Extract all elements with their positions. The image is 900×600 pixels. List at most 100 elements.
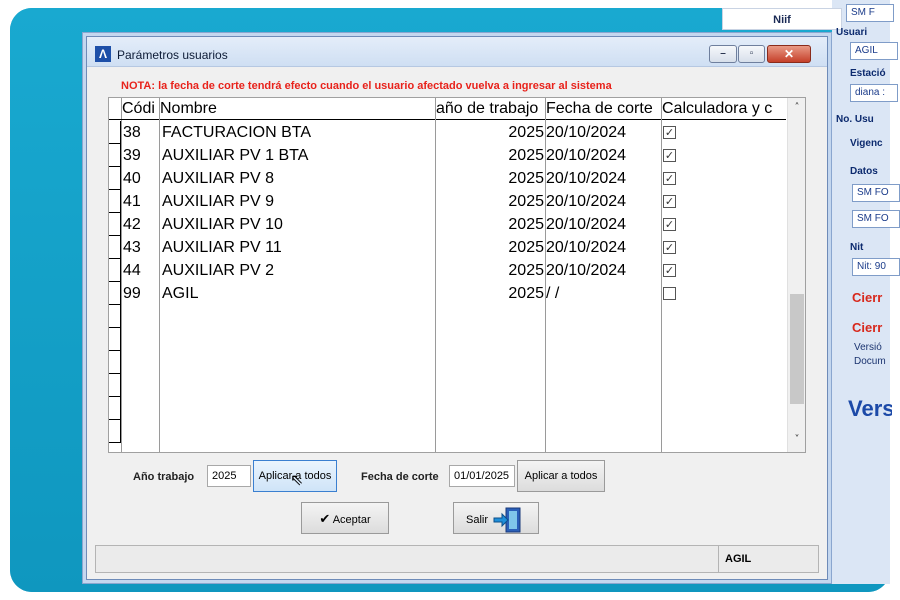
- grid-column-divider: [159, 98, 160, 452]
- cell-codigo[interactable]: 41: [123, 190, 159, 213]
- fecha-corte-input[interactable]: 01/01/2025: [449, 465, 515, 487]
- grid-vertical-scrollbar[interactable]: ˄ ˅: [787, 98, 805, 452]
- row-selector[interactable]: [109, 121, 121, 144]
- cell-nombre[interactable]: AUXILIAR PV 1 BTA: [162, 144, 434, 167]
- row-selector[interactable]: [109, 144, 121, 167]
- cell-anio-trabajo[interactable]: 2025: [436, 144, 544, 167]
- bg-cierre-1: Cierr: [852, 290, 883, 305]
- bg-version-big: Vers: [848, 396, 892, 421]
- cell-codigo[interactable]: 99: [123, 282, 159, 305]
- row-selector[interactable]: [109, 351, 121, 374]
- header-nombre[interactable]: Nombre: [160, 98, 435, 120]
- bg-estacion-label: Estació: [850, 68, 886, 79]
- cell-codigo[interactable]: 44: [123, 259, 159, 282]
- cell-anio-trabajo[interactable]: 2025: [436, 236, 544, 259]
- scroll-up-arrow[interactable]: ˄: [791, 102, 803, 114]
- bg-docum-label: Docum: [854, 356, 886, 367]
- bg-datos-value-2: SM FO: [852, 210, 900, 228]
- minimize-button[interactable]: –: [709, 45, 737, 63]
- bg-datos-value-1: SM FO: [852, 184, 900, 202]
- cell-codigo[interactable]: 38: [123, 121, 159, 144]
- close-button[interactable]: ✕: [767, 45, 811, 63]
- checkmark-icon: ✔: [319, 512, 331, 527]
- cell-nombre[interactable]: AUXILIAR PV 8: [162, 167, 434, 190]
- bg-vigencia-label: Vigenc: [850, 138, 883, 149]
- row-selector[interactable]: [109, 374, 121, 397]
- cell-nombre[interactable]: AGIL: [162, 282, 434, 305]
- header-anio-trabajo[interactable]: año de trabajo: [436, 98, 545, 120]
- header-codigo[interactable]: Códi: [122, 98, 159, 120]
- cell-fecha-corte[interactable]: 20/10/2024: [546, 213, 660, 236]
- cell-codigo[interactable]: 42: [123, 213, 159, 236]
- cell-fecha-corte[interactable]: 20/10/2024: [546, 236, 660, 259]
- dialog-titlebar[interactable]: Λ Parámetros usuarios – ▫ ✕: [87, 37, 827, 67]
- bg-estacion-value: diana :: [850, 84, 898, 102]
- users-grid[interactable]: Códi Nombre año de trabajo Fecha de cort…: [108, 97, 806, 453]
- row-selector[interactable]: [109, 420, 121, 443]
- cell-nombre[interactable]: AUXILIAR PV 9: [162, 190, 434, 213]
- row-selector[interactable]: [109, 259, 121, 282]
- row-selector[interactable]: [109, 397, 121, 420]
- status-bar: AGIL: [95, 545, 819, 573]
- row-selector[interactable]: [109, 305, 121, 328]
- cell-fecha-corte[interactable]: 20/10/2024: [546, 259, 660, 282]
- cell-fecha-corte[interactable]: 20/10/2024: [546, 121, 660, 144]
- grid-column-divider: [121, 98, 122, 452]
- parametros-usuarios-dialog: Λ Parámetros usuarios – ▫ ✕ NOTA: la fec…: [86, 36, 828, 580]
- salir-button[interactable]: Salir: [453, 502, 539, 534]
- row-selector[interactable]: [109, 236, 121, 259]
- row-selector[interactable]: [109, 190, 121, 213]
- cell-anio-trabajo[interactable]: 2025: [436, 190, 544, 213]
- scroll-down-arrow[interactable]: ˅: [791, 434, 803, 446]
- bg-nit-label: Nit: [850, 242, 864, 253]
- status-user: AGIL: [718, 546, 819, 572]
- header-calculadora[interactable]: Calculadora y c: [662, 98, 786, 120]
- bg-datos-label: Datos: [850, 166, 878, 177]
- exit-door-icon: [492, 506, 526, 534]
- cell-nombre[interactable]: AUXILIAR PV 2: [162, 259, 434, 282]
- anio-trabajo-label: Año trabajo: [133, 471, 195, 483]
- cell-fecha-corte[interactable]: / /: [546, 282, 660, 305]
- cell-fecha-corte[interactable]: 20/10/2024: [546, 190, 660, 213]
- calculadora-checkbox[interactable]: ✓: [663, 218, 676, 231]
- calculadora-checkbox[interactable]: ✓: [663, 241, 676, 254]
- cell-anio-trabajo[interactable]: 2025: [436, 167, 544, 190]
- aceptar-button[interactable]: ✔ Aceptar: [301, 502, 389, 534]
- cell-fecha-corte[interactable]: 20/10/2024: [546, 144, 660, 167]
- calculadora-checkbox[interactable]: ✓: [663, 195, 676, 208]
- bg-usuario-label: Usuari: [836, 27, 868, 38]
- dialog-title: Parámetros usuarios: [117, 48, 228, 62]
- anio-trabajo-input[interactable]: 2025: [207, 465, 251, 487]
- calculadora-checkbox[interactable]: ✓: [663, 172, 676, 185]
- bg-no-usu-label: No. Usu: [836, 114, 874, 125]
- maximize-button[interactable]: ▫: [738, 45, 765, 63]
- calculadora-checkbox[interactable]: ✓: [663, 126, 676, 139]
- row-selector[interactable]: [109, 328, 121, 351]
- apply-fecha-all-button[interactable]: Aplicar a todos: [517, 460, 605, 492]
- cell-anio-trabajo[interactable]: 2025: [436, 121, 544, 144]
- calculadora-checkbox[interactable]: [663, 287, 676, 300]
- cell-nombre[interactable]: AUXILIAR PV 10: [162, 213, 434, 236]
- calculadora-checkbox[interactable]: ✓: [663, 149, 676, 162]
- row-selector[interactable]: [109, 213, 121, 236]
- fecha-corte-label: Fecha de corte: [361, 471, 439, 483]
- scroll-thumb[interactable]: [790, 294, 804, 404]
- cell-fecha-corte[interactable]: 20/10/2024: [546, 167, 660, 190]
- cell-anio-trabajo[interactable]: 2025: [436, 259, 544, 282]
- aceptar-label: Aceptar: [332, 514, 371, 526]
- cell-codigo[interactable]: 43: [123, 236, 159, 259]
- cell-codigo[interactable]: 40: [123, 167, 159, 190]
- cell-nombre[interactable]: FACTURACION BTA: [162, 121, 434, 144]
- row-selector[interactable]: [109, 282, 121, 305]
- cell-nombre[interactable]: AUXILIAR PV 11: [162, 236, 434, 259]
- mouse-pointer-icon: ⇖: [290, 470, 304, 489]
- calculadora-checkbox[interactable]: ✓: [663, 264, 676, 277]
- cutoff-note: NOTA: la fecha de corte tendrá efecto cu…: [121, 80, 612, 92]
- cell-codigo[interactable]: 39: [123, 144, 159, 167]
- bg-company-box: SM F: [846, 4, 894, 22]
- header-fecha-corte[interactable]: Fecha de corte: [546, 98, 661, 120]
- bg-usuario-value: AGIL: [850, 42, 898, 60]
- row-selector[interactable]: [109, 167, 121, 190]
- cell-anio-trabajo[interactable]: 2025: [436, 282, 544, 305]
- cell-anio-trabajo[interactable]: 2025: [436, 213, 544, 236]
